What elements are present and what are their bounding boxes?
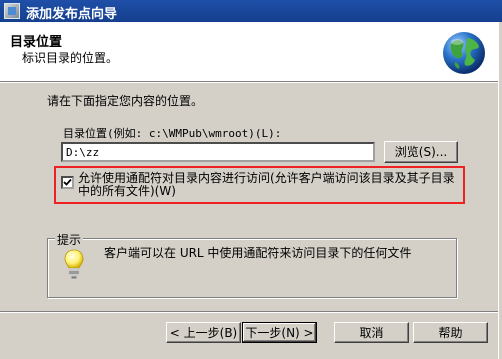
tip-text: 客户端可以在 URL 中使用通配符来访问目录下的任何文件 [104,246,412,260]
directory-location-label: 目录位置(例如: c:\WMPub\wmroot)(L): [63,127,282,140]
checkmark-icon [63,178,72,186]
wildcard-checkbox[interactable] [61,176,74,189]
next-button[interactable]: 下一步(N) > [242,322,317,343]
header-divider [0,81,502,83]
cancel-button[interactable]: 取消 [334,322,409,343]
instruction-text: 请在下面指定您内容的位置。 [47,94,204,108]
title-bar[interactable]: 添加发布点向导 [0,0,502,22]
lightbulb-icon [64,249,84,279]
page-subtitle: 标识目录的位置。 [22,51,119,65]
directory-path-input[interactable] [61,142,375,162]
help-button[interactable]: 帮助 [413,322,488,343]
window-border [498,22,502,359]
footer-divider [0,311,502,313]
tip-legend: 提示 [55,231,84,248]
app-icon [4,3,20,19]
page-title: 目录位置 [10,35,63,50]
wildcard-checkbox-label[interactable]: 允许使用通配符对目录内容进行访问(允许客户端访问该目录及其子目录中的所有文件)(… [78,172,462,198]
wizard-header: 目录位置 标识目录的位置。 [0,22,502,81]
back-button[interactable]: < 上一步(B) [166,322,241,343]
browse-button[interactable]: 浏览(S)... [384,141,458,163]
wizard-window: 添加发布点向导 目录位置 标识目录的位置。 请在下面指定您内容的位置。 目录位置… [0,0,502,359]
globe-icon [443,32,485,74]
window-title: 添加发布点向导 [26,7,118,22]
